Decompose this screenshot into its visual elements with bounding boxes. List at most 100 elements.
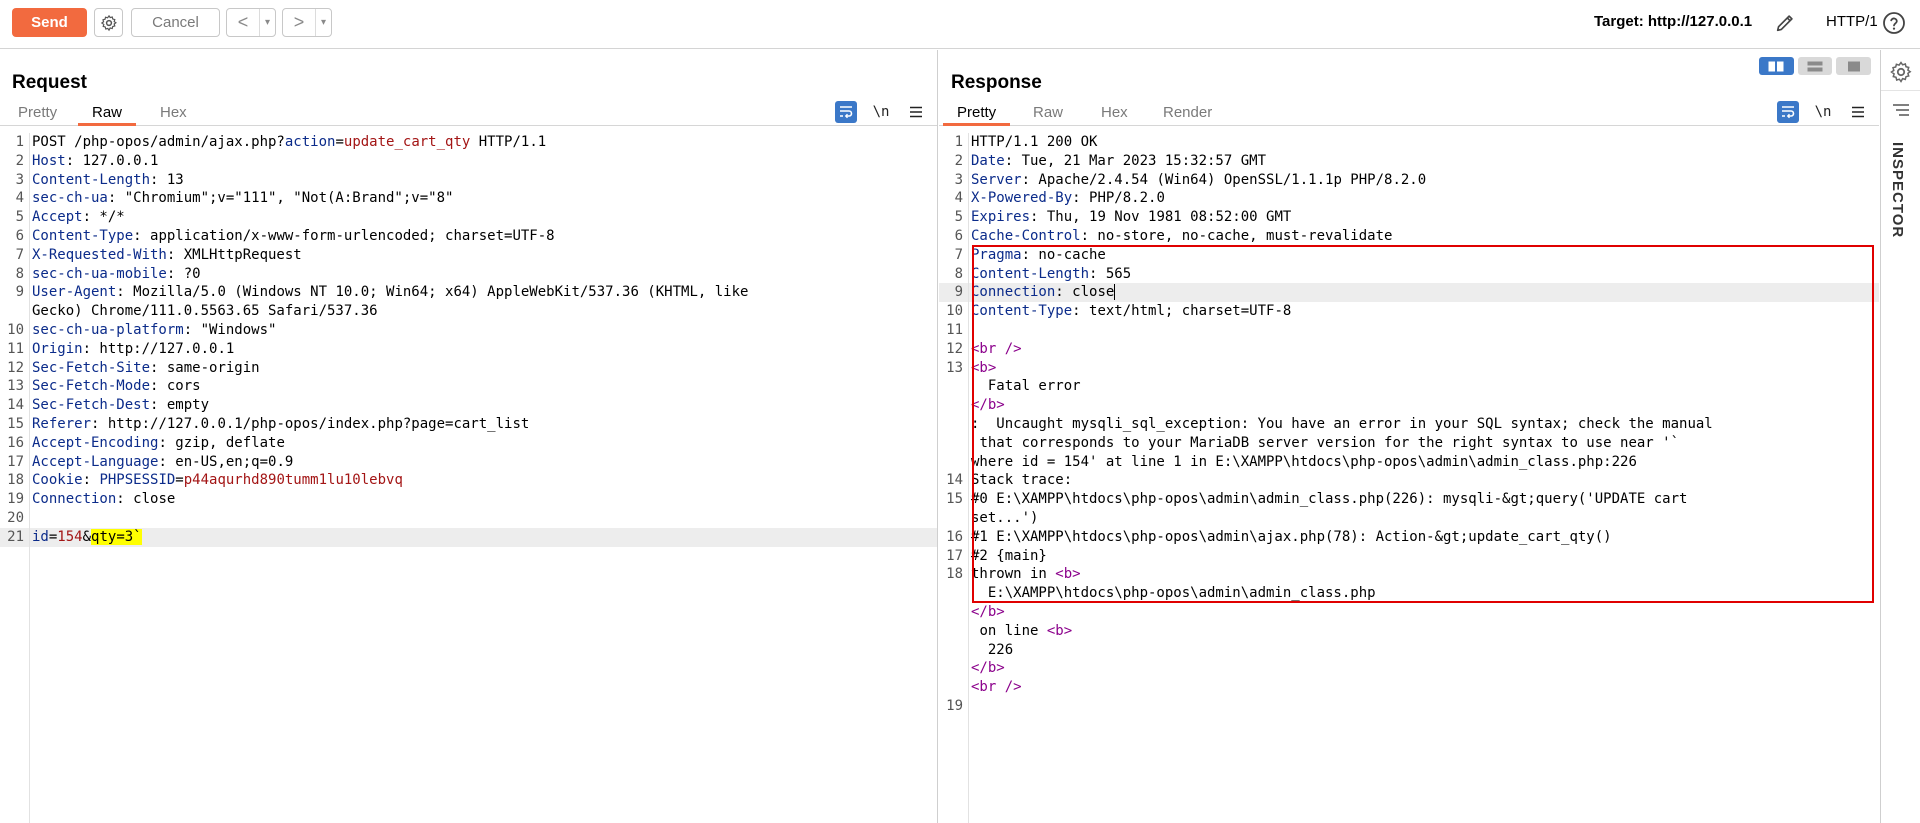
- line-number: 1: [954, 134, 963, 150]
- line-number: 19: [946, 697, 963, 714]
- inspector-filter-button[interactable]: [1889, 98, 1913, 122]
- code-token: : ?0: [166, 265, 201, 282]
- view-layout-toggle: [1759, 57, 1872, 77]
- code-token: <br />: [971, 679, 1022, 696]
- response-line: 3 Server: Apache/2.4.54 (Win64) OpenSSL/1…: [939, 171, 1879, 190]
- response-tab-hex[interactable]: Hex: [1087, 104, 1142, 126]
- request-line: 20: [0, 509, 937, 528]
- code-text: #2 {main}: [963, 547, 1879, 566]
- line-number: 8: [15, 265, 24, 282]
- code-token: :: [82, 472, 100, 489]
- editor-menu-button[interactable]: [905, 101, 927, 123]
- response-line: 6 Cache-Control: no-store, no-cache, must…: [939, 227, 1879, 246]
- inspector-tab-label[interactable]: INSPECTOR: [1889, 142, 1906, 238]
- history-forward-button[interactable]: > ▾: [282, 8, 332, 37]
- line-number: 11: [946, 321, 963, 338]
- code-token: =: [335, 134, 344, 150]
- response-tab-raw[interactable]: Raw: [1019, 104, 1077, 126]
- code-token: Content-Length: [971, 265, 1090, 282]
- code-text: Content-Type: text/html; charset=UTF-8: [963, 302, 1879, 321]
- code-token: #2 {main}: [971, 547, 1047, 564]
- code-token: : Tue, 21 Mar 2023 15:32:57 GMT: [1004, 152, 1267, 169]
- code-token: : Uncaught mysqli_sql_exception: You hav…: [971, 415, 1713, 432]
- line-number: [939, 641, 963, 660]
- code-text: Connection: close: [963, 283, 1879, 302]
- layout-side-by-side-button[interactable]: [1759, 57, 1794, 75]
- inspector-settings-button[interactable]: [1889, 60, 1913, 84]
- code-text: Sec-Fetch-Dest: empty: [24, 396, 937, 415]
- help-button[interactable]: [1880, 9, 1908, 37]
- request-line: 4 sec-ch-ua: "Chromium";v="111", "Not(A:B…: [0, 189, 937, 208]
- code-text: Accept-Encoding: gzip, deflate: [24, 434, 937, 453]
- code-token: : gzip, deflate: [158, 434, 285, 451]
- code-token: PHPSESSID: [99, 472, 176, 489]
- code-text: <br />: [963, 340, 1879, 359]
- line-number: 14: [946, 472, 963, 489]
- response-line: 5 Expires: Thu, 19 Nov 1981 08:52:00 GMT: [939, 208, 1879, 227]
- request-line: 19 Connection: close: [0, 490, 937, 509]
- code-token: Accept: [32, 209, 83, 226]
- cancel-button[interactable]: Cancel: [131, 8, 220, 37]
- code-token: p44aqurhd890tumm1lu10lebvq: [183, 472, 403, 489]
- line-number: [939, 434, 963, 453]
- response-tab-render[interactable]: Render: [1149, 104, 1226, 126]
- editor-menu-button[interactable]: [1847, 101, 1869, 123]
- code-token: Server: [971, 171, 1022, 188]
- request-tab-hex[interactable]: Hex: [146, 104, 201, 126]
- line-number: 6: [954, 227, 963, 244]
- response-line: </b>: [939, 659, 1879, 678]
- code-token: </b>: [971, 660, 1005, 677]
- history-back-button[interactable]: < ▾: [226, 8, 276, 37]
- line-number: 18: [946, 566, 963, 583]
- code-text: Accept-Language: en-US,en;q=0.9: [24, 453, 937, 472]
- line-number: 7: [954, 246, 963, 263]
- code-text: POST /php-opos/admin/ajax.php?action=upd…: [24, 133, 937, 152]
- response-tab-pretty[interactable]: Pretty: [943, 104, 1011, 126]
- word-wrap-button[interactable]: [835, 101, 857, 123]
- code-token: E:\XAMPP\htdocs\php-opos\admin\admin_cla…: [971, 585, 1376, 602]
- request-tab-pretty[interactable]: Pretty: [4, 104, 71, 126]
- line-number: [939, 603, 963, 622]
- chevron-down-icon[interactable]: ▾: [259, 9, 275, 36]
- code-text: HTTP/1.1 200 OK: [963, 133, 1879, 152]
- line-number: 5: [15, 209, 24, 226]
- code-text: Expires: Thu, 19 Nov 1981 08:52:00 GMT: [963, 208, 1879, 227]
- show-newlines-button[interactable]: \n: [1811, 104, 1835, 120]
- request-tab-raw[interactable]: Raw: [78, 104, 137, 126]
- code-text: </b>: [963, 396, 1879, 415]
- request-line: 12 Sec-Fetch-Site: same-origin: [0, 359, 937, 378]
- code-token: : en-US,en;q=0.9: [158, 453, 294, 470]
- code-text: <br />: [963, 678, 1879, 697]
- code-text: Pragma: no-cache: [963, 246, 1879, 265]
- show-newlines-button[interactable]: \n: [869, 104, 893, 120]
- layout-toggle: [1749, 8, 1869, 26]
- line-number: 3: [15, 171, 24, 188]
- response-editor[interactable]: 1 HTTP/1.1 200 OK 2 Date: Tue, 21 Mar 2023 …: [939, 133, 1879, 823]
- code-text: Content-Length: 13: [24, 171, 937, 190]
- code-token: X-Requested-With: [32, 246, 167, 263]
- rows-icon: [1807, 61, 1823, 71]
- line-number: 12: [7, 359, 24, 376]
- code-token: Fatal error: [971, 378, 1081, 395]
- response-tabbar: Pretty Raw Hex Render \n: [939, 100, 1879, 126]
- code-text: 226: [963, 641, 1879, 660]
- request-line: 3 Content-Length: 13: [0, 171, 937, 190]
- request-editor[interactable]: 1 POST /php-opos/admin/ajax.php?action=up…: [0, 133, 937, 823]
- chevron-down-icon[interactable]: ▾: [315, 9, 331, 36]
- code-token: User-Agent: [32, 284, 117, 301]
- settings-button[interactable]: [94, 8, 123, 37]
- response-line: that corresponds to your MariaDB server …: [939, 434, 1879, 453]
- request-line: 18 Cookie: PHPSESSID=p44aqurhd890tumm1lu1…: [0, 471, 937, 490]
- response-line: set...'): [939, 509, 1879, 528]
- layout-stacked-button[interactable]: [1797, 57, 1833, 75]
- code-text: Content-Length: 565: [963, 265, 1879, 284]
- layout-tabs-button[interactable]: [1836, 57, 1872, 75]
- code-token: Accept-Encoding: [32, 434, 159, 451]
- code-token: that corresponds to your MariaDB server …: [971, 434, 1680, 451]
- line-number: 12: [946, 340, 963, 357]
- word-wrap-button[interactable]: [1777, 101, 1799, 123]
- code-text: sec-ch-ua-platform: "Windows": [24, 321, 937, 340]
- send-button[interactable]: Send: [12, 8, 87, 37]
- response-line: 9 Connection: close: [939, 283, 1879, 303]
